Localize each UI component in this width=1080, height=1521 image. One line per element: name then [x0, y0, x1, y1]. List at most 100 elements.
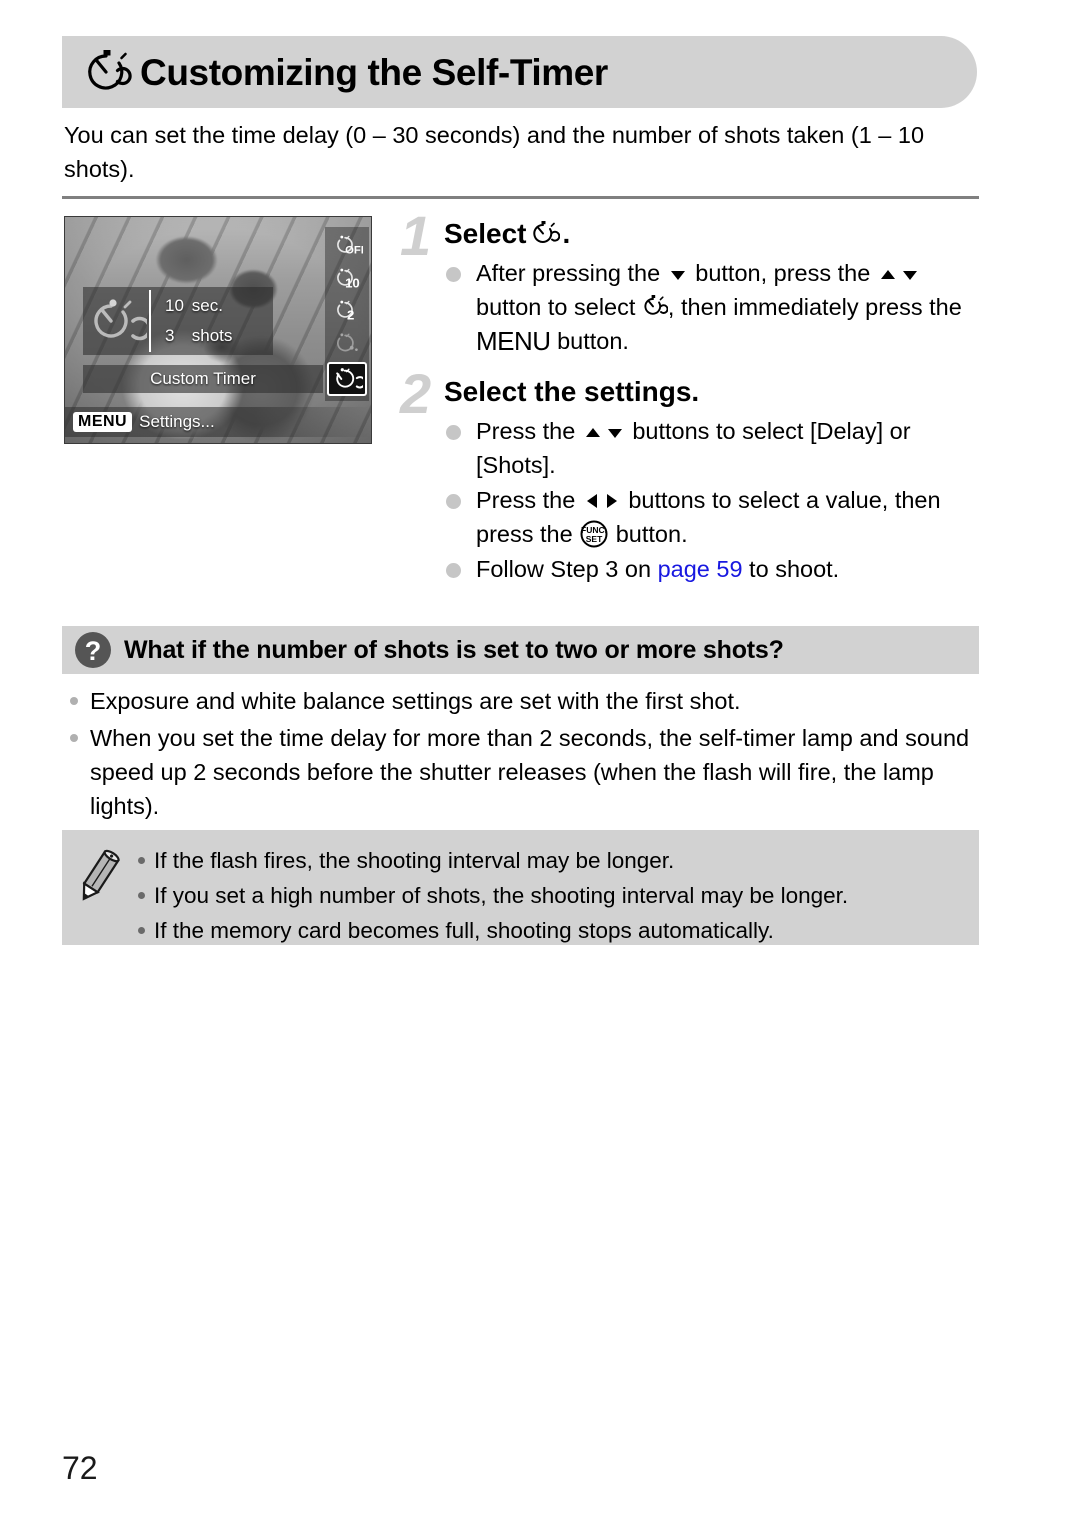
- notes-list: If the flash fires, the shooting interva…: [134, 844, 848, 949]
- camera-screen-illustration: 10 sec. 3 shots Custom Timer OFF: [64, 216, 372, 444]
- self-timer-option-off[interactable]: OFF: [329, 232, 365, 262]
- step-2-number: 2: [400, 362, 432, 425]
- qa-list-item: Exposure and white balance settings are …: [62, 684, 984, 718]
- section-header-bar: Customizing the Self-Timer: [62, 36, 977, 108]
- page-reference-link[interactable]: page 59: [658, 556, 743, 582]
- up-arrow-icon: [585, 428, 600, 437]
- bullet-item: After pressing the button, press the but…: [444, 256, 984, 358]
- steps-list: 1 Select . After pressing the button, pr…: [400, 208, 984, 592]
- svg-text:10: 10: [345, 275, 360, 290]
- page-title: Customizing the Self-Timer: [140, 51, 608, 93]
- bullet-item: Press the buttons to select a value, the…: [444, 483, 984, 551]
- self-timer-preview-panel: 10 sec. 3 shots: [83, 287, 273, 355]
- self-timer-option-face[interactable]: [329, 329, 365, 359]
- shots-value: 3: [165, 326, 175, 345]
- preview-divider: [149, 290, 151, 352]
- step-1-title-suffix: .: [562, 218, 571, 249]
- intro-paragraph: You can set the time delay (0 – 30 secon…: [64, 122, 925, 182]
- note-bullet-dot: [138, 892, 145, 899]
- bullet-text-part: , then immediately press the: [667, 294, 962, 320]
- self-timer-option-column[interactable]: OFF 10 2: [325, 227, 369, 401]
- step-1-title-text: Select: [444, 218, 527, 249]
- step-2-title: Select the settings.: [444, 372, 984, 412]
- qa-body: Exposure and white balance settings are …: [62, 684, 984, 826]
- qa-list-item: When you set the time delay for more tha…: [62, 721, 984, 823]
- step-2-bullets: Press the buttons to select [Delay] or […: [444, 414, 984, 586]
- svg-text:?: ?: [85, 636, 102, 666]
- note-list-item: If you set a high number of shots, the s…: [134, 879, 848, 913]
- note-item-text: If you set a high number of shots, the s…: [154, 883, 849, 908]
- note-bullet-dot: [138, 927, 145, 934]
- bullet-dot: [446, 267, 461, 282]
- note-item-text: If the memory card becomes full, shootin…: [154, 918, 774, 943]
- bullet-text-part: button to select: [476, 294, 642, 320]
- note-item-text: If the flash fires, the shooting interva…: [154, 848, 675, 873]
- step-2-title-text: Select the settings.: [444, 376, 700, 407]
- bullet-text-part: to shoot.: [742, 556, 840, 582]
- self-timer-custom-large-icon: [94, 299, 147, 341]
- mode-label: Custom Timer: [83, 365, 323, 393]
- self-timer-option-2sec[interactable]: 2: [329, 297, 365, 327]
- camera-menu-hint-row: MENU Settings...: [65, 407, 371, 437]
- svg-text:2: 2: [347, 307, 354, 322]
- bullet-text-part: button.: [550, 328, 629, 354]
- bullet-dot: [446, 425, 461, 440]
- self-timer-custom-small-icon: [336, 367, 363, 389]
- qa-bullet-dot: [70, 734, 78, 742]
- bullet-text-part: button, press the: [688, 260, 877, 286]
- down-arrow-icon: [607, 429, 622, 438]
- step-2: 2 Select the settings. Press the buttons…: [400, 366, 984, 586]
- qa-header-bar: ? What if the number of shots is set to …: [62, 626, 979, 674]
- svg-text:SET: SET: [586, 534, 603, 544]
- self-timer-face-icon: [336, 333, 358, 352]
- up-arrow-icon: [880, 270, 895, 279]
- bullet-text-part: After pressing the: [476, 260, 667, 286]
- step-1-bullets: After pressing the button, press the but…: [444, 256, 984, 358]
- pencil-icon: [82, 849, 120, 901]
- self-timer-option-10sec[interactable]: 10: [329, 265, 365, 295]
- self-timer-option-custom[interactable]: [327, 361, 367, 396]
- self-timer-custom-icon: [532, 221, 560, 243]
- down-arrow-icon: [902, 271, 917, 280]
- bullet-item: Follow Step 3 on page 59 to shoot.: [444, 552, 984, 586]
- menu-word: MENU: [476, 326, 551, 356]
- right-arrow-icon: [606, 494, 617, 508]
- bullet-item: Press the buttons to select [Delay] or […: [444, 414, 984, 482]
- page-number: 72: [62, 1450, 98, 1486]
- self-timer-values: 10 sec. 3 shots: [165, 291, 232, 351]
- bullet-text-part: Press the: [476, 487, 582, 513]
- bullet-text-part: Follow Step 3 on: [476, 556, 658, 582]
- bullet-dot: [446, 563, 461, 578]
- bullet-text-part: Press the: [476, 418, 582, 444]
- svg-text:OFF: OFF: [345, 245, 363, 257]
- menu-button-chip: MENU: [73, 412, 133, 432]
- note-bullet-dot: [138, 857, 145, 864]
- bullet-text-part: button.: [609, 521, 688, 547]
- self-timer-custom-icon: [88, 50, 132, 90]
- self-timer-off-icon: OFF: [337, 235, 363, 257]
- self-timer-2sec-icon: 2: [337, 300, 354, 322]
- notes-box: If the flash fires, the shooting interva…: [62, 830, 979, 945]
- left-arrow-icon: [586, 494, 597, 508]
- bullet-dot: [446, 494, 461, 509]
- delay-value: 10: [165, 296, 184, 315]
- horizontal-divider: [62, 196, 979, 199]
- question-mark-icon: ?: [75, 632, 111, 668]
- note-list-item: If the flash fires, the shooting interva…: [134, 844, 848, 878]
- self-timer-10sec-icon: 10: [337, 268, 360, 290]
- delay-unit: sec.: [191, 296, 223, 315]
- manual-page: Customizing the Self-Timer You can set t…: [0, 0, 1080, 1521]
- qa-item-text: Exposure and white balance settings are …: [90, 688, 741, 714]
- qa-item-text: When you set the time delay for more tha…: [90, 725, 970, 819]
- menu-hint-text: Settings...: [139, 412, 215, 431]
- step-1-number: 1: [400, 204, 432, 267]
- down-arrow-icon: [670, 271, 685, 280]
- qa-bullet-dot: [70, 697, 78, 705]
- qa-title: What if the number of shots is set to tw…: [124, 635, 784, 664]
- note-list-item: If the memory card becomes full, shootin…: [134, 914, 848, 948]
- step-1: 1 Select . After pressing the button, pr…: [400, 208, 984, 358]
- shots-unit: shots: [191, 326, 233, 345]
- self-timer-custom-icon: [644, 295, 668, 315]
- func-set-icon: FUNC. SET: [580, 520, 608, 548]
- step-1-title: Select .: [444, 214, 984, 254]
